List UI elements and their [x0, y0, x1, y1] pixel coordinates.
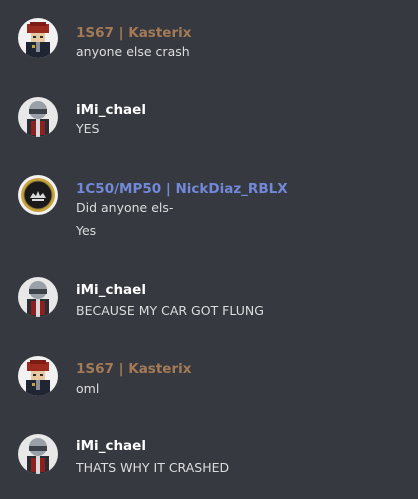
message-group: 1S67 | Kasterix oml — [0, 356, 418, 416]
message-username[interactable]: iMi_chael — [76, 281, 146, 299]
message-username[interactable]: 1C50/MP50 | NickDiaz_RBLX — [76, 180, 288, 198]
roblox-avatar-helmet-icon[interactable] — [18, 97, 58, 137]
roblox-avatar-helmet-icon[interactable] — [18, 434, 58, 474]
roblox-avatar-red-hat-icon[interactable] — [18, 356, 58, 396]
message-username[interactable]: 1S67 | Kasterix — [76, 24, 191, 42]
message-username[interactable]: 1S67 | Kasterix — [76, 360, 191, 378]
message-group: iMi_chael BECAUSE MY CAR GOT FLUNG — [0, 277, 418, 337]
message-text: THATS WHY IT CRASHED — [76, 460, 230, 475]
message-text: YES — [76, 121, 100, 136]
message-group: 1C50/MP50 | NickDiaz_RBLX Did anyone els… — [0, 175, 418, 238]
message-username[interactable]: iMi_chael — [76, 437, 146, 455]
police-badge-emblem-icon[interactable] — [18, 175, 58, 215]
message-text: Did anyone els- — [76, 200, 174, 215]
roblox-avatar-helmet-icon[interactable] — [18, 277, 58, 317]
message-group: 1S67 | Kasterix anyone else crash — [0, 18, 418, 78]
message-text: BECAUSE MY CAR GOT FLUNG — [76, 303, 264, 318]
message-text: anyone else crash — [76, 44, 190, 59]
message-username[interactable]: iMi_chael — [76, 101, 146, 119]
chat-message-list: 1S67 | Kasterix anyone else crash iMi_ch… — [0, 0, 418, 499]
message-group: iMi_chael YES — [0, 97, 418, 157]
roblox-avatar-red-hat-icon[interactable] — [18, 18, 58, 58]
message-text: oml — [76, 381, 100, 396]
message-group: iMi_chael THATS WHY IT CRASHED — [0, 434, 418, 494]
message-text: Yes — [76, 223, 97, 238]
